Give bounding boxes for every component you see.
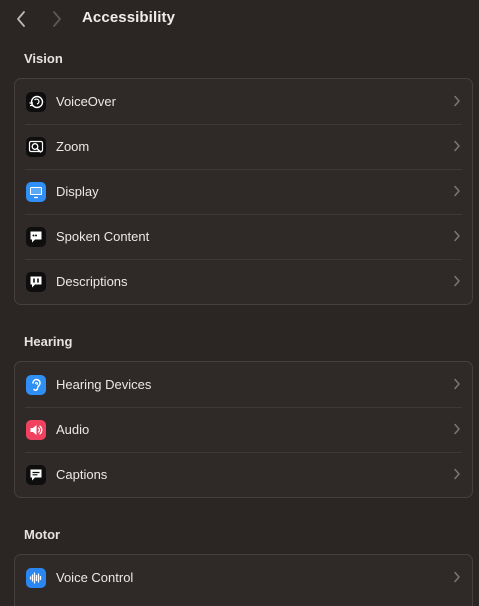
row-hearing-devices[interactable]: Hearing Devices	[15, 362, 472, 407]
row-label: VoiceOver	[56, 94, 116, 109]
row-label: Descriptions	[56, 274, 128, 289]
descriptions-icon	[26, 272, 46, 292]
forward-button[interactable]	[46, 8, 68, 30]
section-title-vision: Vision	[24, 51, 63, 66]
ear-icon	[26, 375, 46, 395]
row-zoom[interactable]: Zoom	[15, 124, 472, 169]
row-label: Spoken Content	[56, 229, 150, 244]
motor-group: Voice Control	[14, 554, 473, 606]
back-button[interactable]	[10, 8, 32, 30]
chevron-right-icon	[454, 378, 460, 390]
row-label: Hearing Devices	[56, 377, 152, 392]
row-voice-control[interactable]: Voice Control	[15, 555, 472, 600]
row-audio[interactable]: Audio	[15, 407, 472, 452]
chevron-right-icon	[53, 11, 61, 27]
chevron-right-icon	[454, 468, 460, 480]
chevron-right-icon	[454, 185, 460, 197]
row-label: Audio	[56, 422, 90, 437]
row-label: Display	[56, 184, 99, 199]
section-title-motor: Motor	[24, 527, 61, 542]
vision-group: VoiceOver Zoom Display Spoken Content De…	[14, 78, 473, 305]
row-voiceover[interactable]: VoiceOver	[15, 79, 472, 124]
chevron-right-icon	[454, 140, 460, 152]
accessibility-settings-pane: Accessibility Vision VoiceOver Zoom Disp…	[0, 0, 479, 606]
section-title-hearing: Hearing	[24, 334, 73, 349]
row-descriptions[interactable]: Descriptions	[15, 259, 472, 304]
toolbar: Accessibility	[0, 0, 479, 38]
voiceover-icon	[26, 92, 46, 112]
page-title: Accessibility	[82, 9, 176, 26]
spoken-content-icon	[26, 227, 46, 247]
chevron-right-icon	[454, 230, 460, 242]
speaker-icon	[26, 420, 46, 440]
display-icon	[26, 182, 46, 202]
chevron-right-icon	[454, 95, 460, 107]
row-spoken-content[interactable]: Spoken Content	[15, 214, 472, 259]
row-label: Zoom	[56, 139, 90, 154]
row-label: Captions	[56, 467, 108, 482]
zoom-icon	[26, 137, 46, 157]
chevron-left-icon	[17, 11, 25, 27]
voice-control-icon	[26, 568, 46, 588]
row-captions[interactable]: Captions	[15, 452, 472, 497]
captions-icon	[26, 465, 46, 485]
row-display[interactable]: Display	[15, 169, 472, 214]
row-label: Voice Control	[56, 570, 134, 585]
chevron-right-icon	[454, 571, 460, 583]
chevron-right-icon	[454, 423, 460, 435]
hearing-group: Hearing Devices Audio Captions	[14, 361, 473, 498]
chevron-right-icon	[454, 275, 460, 287]
